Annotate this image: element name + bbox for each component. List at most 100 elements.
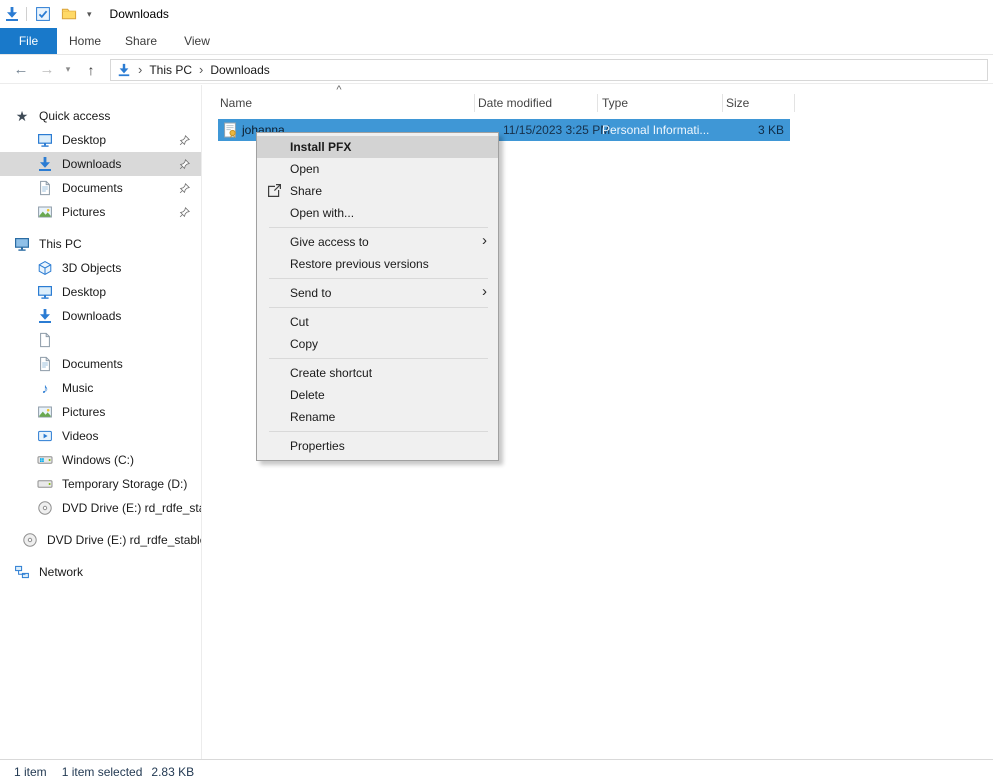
network-icon [14,564,30,580]
context-menu: Install PFX Open Share Open with... Give… [256,132,499,461]
tab-home[interactable]: Home [57,28,113,54]
qat-checkmark-icon[interactable] [35,6,51,22]
pin-icon [178,158,191,171]
menu-item-copy[interactable]: Copy [257,333,498,355]
menu-item-restore-previous-versions[interactable]: Restore previous versions [257,253,498,275]
explorer-downloads-icon [4,6,20,22]
3d-objects-icon [37,260,53,276]
menu-item-install-pfx[interactable]: Install PFX [257,136,498,158]
this-pc-icon [14,236,30,252]
document-icon [37,356,53,372]
sidebar-item-documents-pc[interactable]: Documents [0,352,201,376]
music-note-icon: ♪ [37,380,53,396]
pictures-icon [37,204,53,220]
share-icon [266,183,282,199]
column-divider[interactable] [794,94,795,112]
file-size: 3 KB [758,123,784,137]
menu-item-delete[interactable]: Delete [257,384,498,406]
menu-item-share[interactable]: Share [257,180,498,202]
sidebar-item-pictures[interactable]: Pictures [0,200,201,224]
sidebar-item-desktop[interactable]: Desktop [0,128,201,152]
recent-locations-caret-icon[interactable]: ▾ [62,64,74,75]
star-icon: ★ [14,108,30,124]
sidebar-item-blank[interactable] [0,328,201,352]
document-icon [37,180,53,196]
back-icon[interactable]: ← [12,61,30,78]
menu-separator [269,307,488,308]
sidebar-network[interactable]: Network [0,560,201,584]
status-selection-size: 2.83 KB [151,765,194,779]
sidebar-item-downloads[interactable]: Downloads [0,152,201,176]
sidebar-item-windows-c[interactable]: Windows (C:) [0,448,201,472]
sidebar-dvd-drive-root[interactable]: DVD Drive (E:) rd_rdfe_stable. [0,528,201,552]
pin-icon [178,206,191,219]
sort-ascending-icon: ^ [332,84,346,96]
dvd-icon [22,532,38,548]
sidebar-item-desktop-pc[interactable]: Desktop [0,280,201,304]
up-icon[interactable]: ↑ [82,62,100,78]
breadcrumb-chevron-icon[interactable]: › [199,62,203,77]
submenu-arrow-icon: › [482,232,487,249]
menu-separator [269,278,488,279]
menu-item-rename[interactable]: Rename [257,406,498,428]
sidebar-item-documents[interactable]: Documents [0,176,201,200]
menu-item-create-shortcut[interactable]: Create shortcut [257,362,498,384]
sidebar-item-music[interactable]: ♪ Music [0,376,201,400]
breadcrumb-downloads[interactable]: Downloads [210,63,269,77]
breadcrumb-this-pc[interactable]: This PC [149,63,192,77]
pin-icon [178,134,191,147]
desktop-icon [37,284,53,300]
submenu-arrow-icon: › [482,283,487,300]
drive-icon [37,476,53,492]
address-bar: ← → ▾ ↑ › This PC › Downloads [0,56,993,84]
titlebar: ▾ Downloads [0,0,993,28]
videos-icon [37,428,53,444]
sidebar-item-pictures-pc[interactable]: Pictures [0,400,201,424]
pictures-icon [37,404,53,420]
tab-share[interactable]: Share [113,28,169,54]
pin-icon [178,182,191,195]
file-date-modified: 11/15/2023 3:25 PM [503,123,610,137]
status-item-count: 1 item [14,765,47,779]
forward-icon[interactable]: → [38,61,56,78]
column-header-type[interactable]: Type [602,96,628,110]
sidebar-this-pc[interactable]: This PC [0,232,201,256]
certificate-file-icon [222,122,238,138]
status-selection-count: 1 item selected [62,765,143,779]
sidebar-item-temporary-storage-d[interactable]: Temporary Storage (D:) [0,472,201,496]
file-explorer-window: ▾ Downloads File Home Share View ← → ▾ ↑… [0,0,993,783]
sidebar-item-dvd-drive-e[interactable]: DVD Drive (E:) rd_rdfe_stable [0,496,201,520]
file-type: Personal Informati... [602,123,709,137]
menu-item-open-with[interactable]: Open with... [257,202,498,224]
column-header-date-modified[interactable]: Date modified [478,96,552,110]
menu-separator [269,431,488,432]
blank-document-icon [37,332,53,348]
sidebar-item-downloads-pc[interactable]: Downloads [0,304,201,328]
sidebar-item-videos[interactable]: Videos [0,424,201,448]
column-divider[interactable] [474,94,475,112]
tab-view[interactable]: View [169,28,225,54]
menu-item-properties[interactable]: Properties [257,435,498,457]
windows-drive-icon [37,452,53,468]
desktop-icon [37,132,53,148]
menu-separator [269,227,488,228]
breadcrumb-chevron-icon[interactable]: › [138,62,142,77]
column-header-name[interactable]: Name [220,96,252,110]
menu-item-give-access-to[interactable]: Give access to › [257,231,498,253]
breadcrumb[interactable]: › This PC › Downloads [110,59,988,81]
sidebar-item-3d-objects[interactable]: 3D Objects [0,256,201,280]
window-title: Downloads [110,7,169,21]
qat-new-folder-icon[interactable] [61,6,77,22]
qat-caret-icon[interactable]: ▾ [87,9,92,20]
menu-separator [269,358,488,359]
column-divider[interactable] [722,94,723,112]
qat-separator [26,7,27,21]
tab-file[interactable]: File [0,28,57,54]
menu-item-open[interactable]: Open [257,158,498,180]
menu-item-cut[interactable]: Cut [257,311,498,333]
menu-item-send-to[interactable]: Send to › [257,282,498,304]
navigation-pane: ★ Quick access Desktop Downloads Documen… [0,85,202,759]
column-divider[interactable] [597,94,598,112]
column-header-size[interactable]: Size [726,96,749,110]
sidebar-quick-access[interactable]: ★ Quick access [0,104,201,128]
